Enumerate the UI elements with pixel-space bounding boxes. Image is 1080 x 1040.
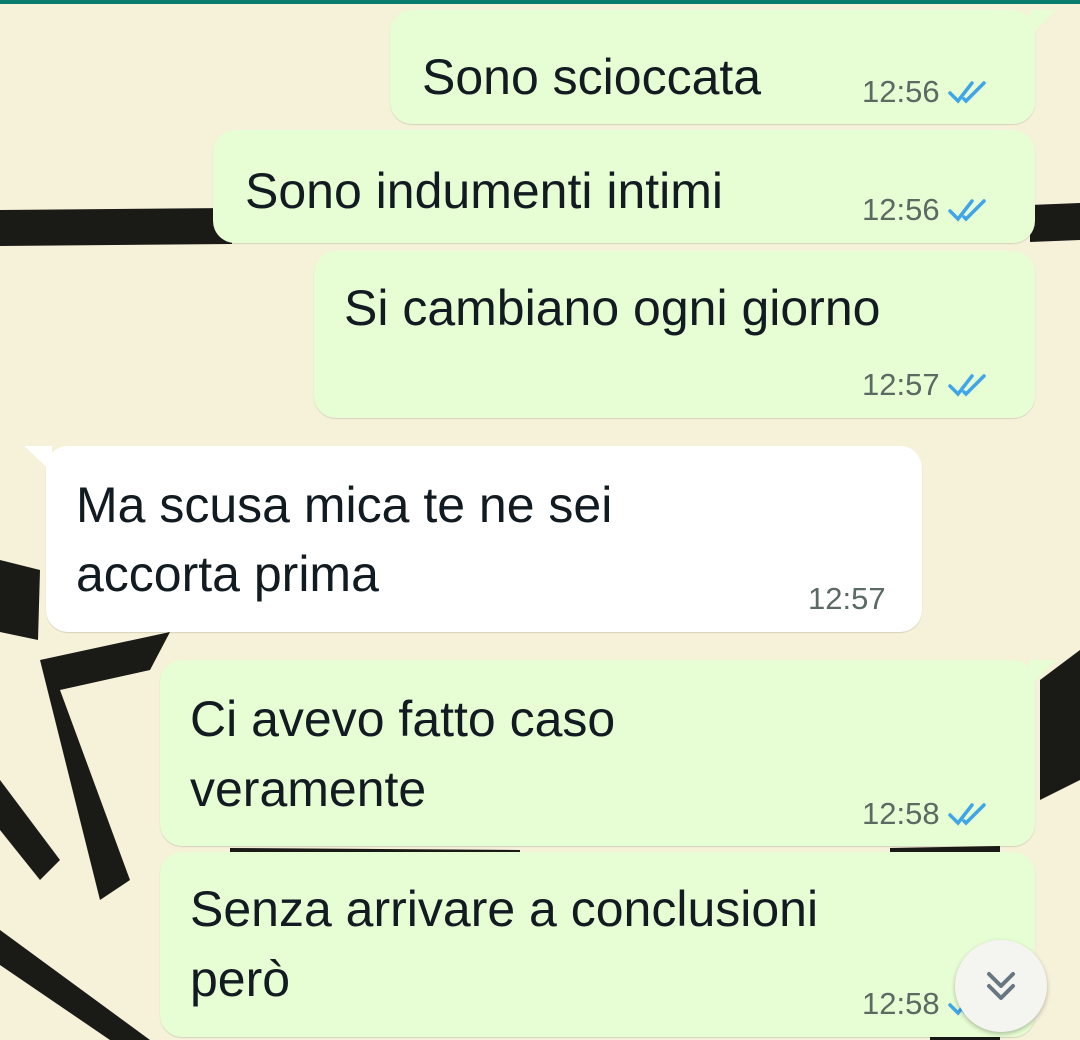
message-time: 12:58 [862,796,940,831]
message-text: accorta prima [76,546,379,602]
message-bubble-outgoing[interactable]: Sono indumenti intimi 12:56 [213,130,1035,243]
message-time: 12:58 [862,986,940,1021]
message-bubble-outgoing[interactable]: Sono scioccata 12:56 [390,10,1035,124]
message-time: 12:57 [862,367,940,402]
bubble-tail [1030,660,1056,686]
message-time: 12:57 [808,581,886,616]
double-check-icon [947,374,986,397]
message-text: però [190,951,291,1007]
message-time: 12:56 [862,74,940,109]
double-check-icon [947,81,986,104]
message-text: Sono indumenti intimi [245,163,724,219]
message-text: Senza arrivare a conclusioni [190,881,819,937]
message-meta: 12:58 [862,796,988,832]
double-check-icon [947,803,986,826]
message-text: Ci avevo fatto caso [190,691,616,747]
message-meta: 12:56 [862,192,988,228]
bubble-tail [1030,10,1056,36]
message-bubble-outgoing[interactable]: Senza arrivare a conclusioni però 12:58 [160,852,1035,1037]
message-text: Sono scioccata [422,49,762,105]
double-chevron-down-icon [987,972,1015,1000]
scroll-to-bottom-button[interactable] [955,940,1047,1032]
message-meta: 12:56 [862,74,988,110]
message-bubble-outgoing[interactable]: Si cambiano ogni giorno 12:57 [314,251,1035,418]
message-text: Ma scusa mica te ne sei [76,477,613,533]
message-bubble-incoming[interactable]: Ma scusa mica te ne sei accorta prima 12… [46,446,922,632]
double-check-icon [947,199,986,222]
bubble-tail [24,446,52,472]
message-meta: 12:57 [808,581,886,617]
message-time: 12:56 [862,192,940,227]
message-meta: 12:57 [862,367,988,403]
message-bubble-outgoing[interactable]: Ci avevo fatto caso veramente 12:58 [160,660,1035,846]
message-text: Si cambiano ogni giorno [344,280,881,336]
message-text: veramente [190,761,427,817]
